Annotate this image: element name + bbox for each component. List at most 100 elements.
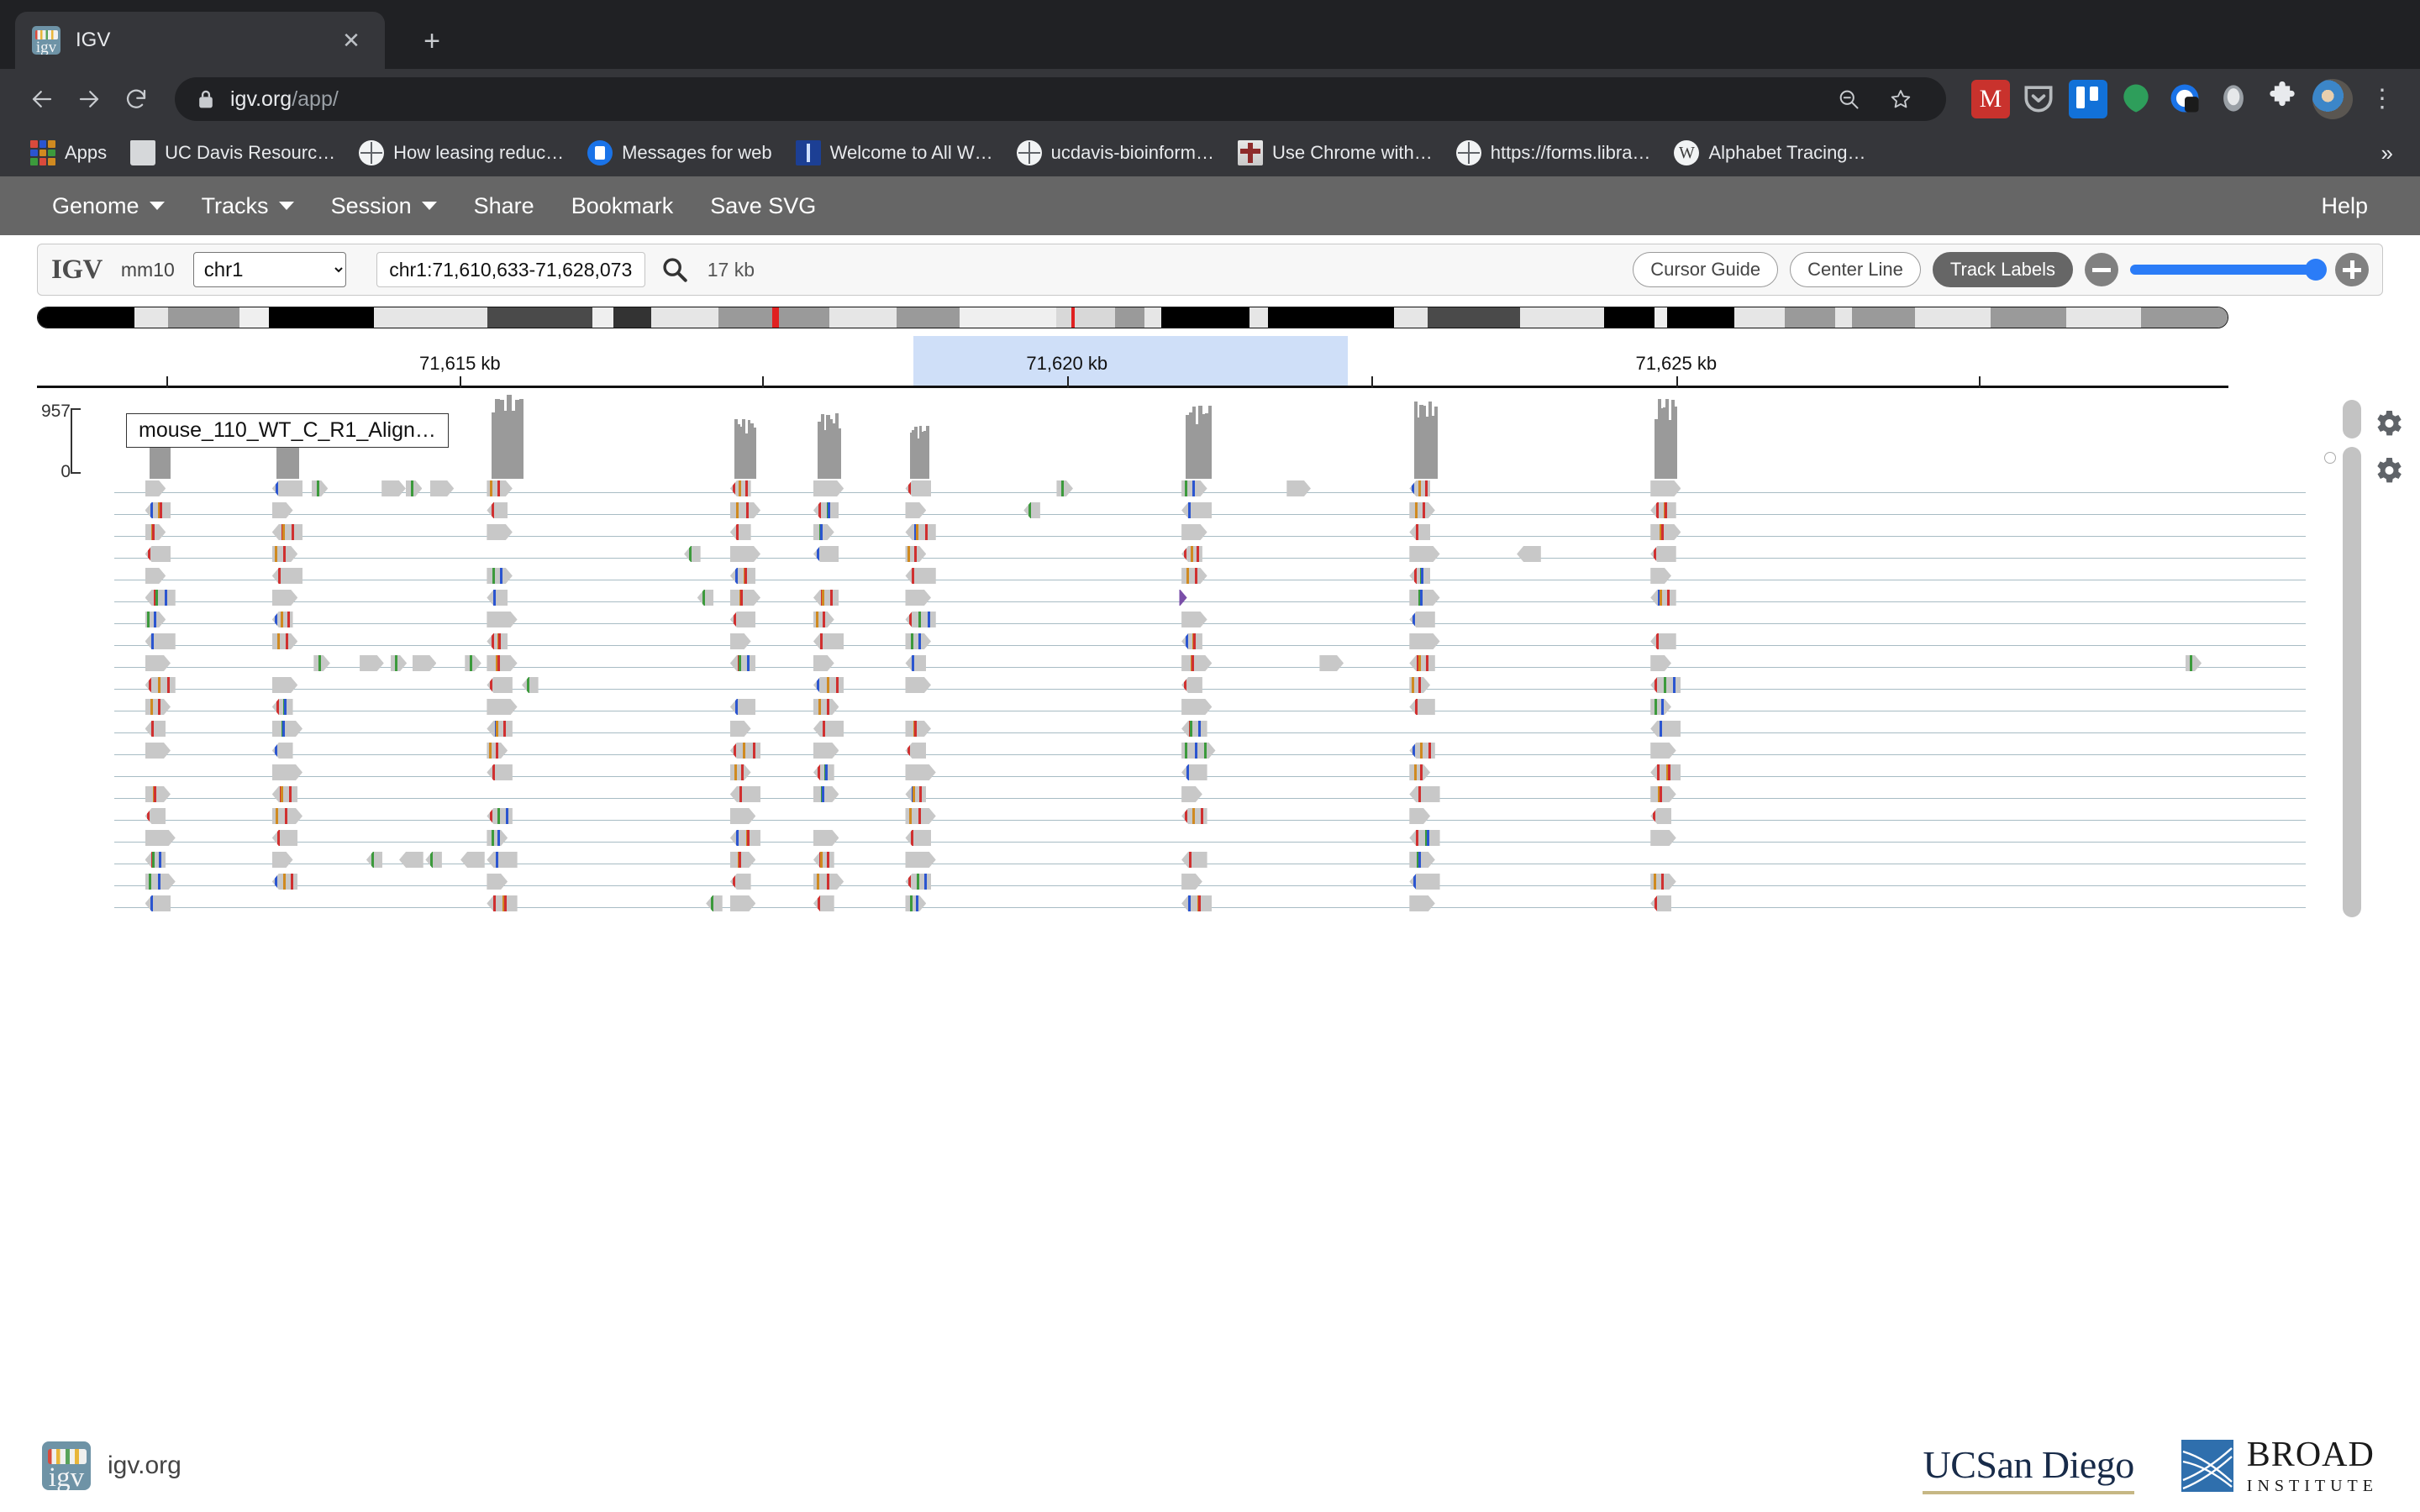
- bookmark-how-leasing[interactable]: How leasing reduc…: [347, 134, 576, 171]
- alignment-read[interactable]: [145, 590, 176, 606]
- cursor-guide-toggle[interactable]: Cursor Guide: [1633, 252, 1779, 287]
- reload-icon[interactable]: [113, 76, 160, 123]
- alignment-read[interactable]: [905, 677, 931, 693]
- bookmark-ucdavis-bioinform[interactable]: ucdavis-bioinform…: [1005, 134, 1226, 171]
- alignment-read[interactable]: [1181, 764, 1207, 780]
- alignment-read[interactable]: [1650, 677, 1681, 693]
- alignment-read[interactable]: [1181, 480, 1207, 496]
- bookmark-messages[interactable]: Messages for web: [576, 134, 784, 171]
- alignment-read[interactable]: [2186, 655, 2202, 671]
- alignment-read[interactable]: [272, 808, 302, 824]
- alignment-read[interactable]: [1650, 699, 1671, 715]
- alignment-read[interactable]: [360, 655, 384, 671]
- alignment-read[interactable]: [813, 786, 839, 802]
- alignment-read[interactable]: [1409, 786, 1440, 802]
- alignment-read[interactable]: [1181, 524, 1207, 540]
- alignment-read[interactable]: [145, 480, 166, 496]
- alignment-read[interactable]: [487, 633, 508, 649]
- gear-icon[interactable]: [2371, 407, 2405, 440]
- alignment-read[interactable]: [145, 633, 176, 649]
- alignment-read[interactable]: [813, 677, 844, 693]
- alignment-read[interactable]: [1409, 655, 1435, 671]
- alignment-read[interactable]: [272, 502, 293, 518]
- alignment-read[interactable]: [1650, 895, 1671, 911]
- alignment-read[interactable]: [813, 874, 844, 890]
- alignment-read[interactable]: [1650, 874, 1676, 890]
- igv-site-link[interactable]: igv.org: [108, 1452, 182, 1480]
- alignment-read[interactable]: [313, 655, 330, 671]
- menu-genome[interactable]: Genome: [34, 176, 183, 235]
- zoom-slider-knob[interactable]: [2305, 259, 2327, 281]
- alignment-read[interactable]: [905, 546, 926, 562]
- alignment-read[interactable]: [905, 874, 931, 890]
- alignment-read[interactable]: [272, 721, 302, 737]
- alignment-read[interactable]: [487, 874, 508, 890]
- chromosome-select[interactable]: chr1: [192, 252, 346, 287]
- zoom-slider[interactable]: [2130, 259, 2327, 281]
- menu-help[interactable]: Help: [2302, 176, 2386, 235]
- menu-save-svg[interactable]: Save SVG: [692, 176, 834, 235]
- alignment-read[interactable]: [1409, 764, 1430, 780]
- alignment-read[interactable]: [1181, 546, 1202, 562]
- alignment-read[interactable]: [729, 874, 751, 890]
- alignment-read[interactable]: [487, 590, 508, 606]
- alignment-read[interactable]: [272, 590, 298, 606]
- alignment-read[interactable]: [730, 764, 751, 780]
- alignment-read[interactable]: [487, 480, 513, 496]
- alignment-read[interactable]: [272, 852, 293, 868]
- alignment-read[interactable]: [1650, 568, 1671, 584]
- alignment-read[interactable]: [1650, 480, 1681, 496]
- alignment-read[interactable]: [1181, 852, 1207, 868]
- alignment-read[interactable]: [487, 655, 517, 671]
- alignment-read[interactable]: [1409, 677, 1430, 693]
- alignment-read[interactable]: [813, 743, 839, 759]
- alignment-read[interactable]: [487, 852, 518, 868]
- alignment-read[interactable]: [729, 568, 756, 584]
- plus-circle-icon[interactable]: [2335, 253, 2369, 286]
- alignment-read[interactable]: [1650, 764, 1681, 780]
- alignment-read[interactable]: [1409, 480, 1431, 496]
- zoom-out-icon[interactable]: [1825, 76, 1872, 123]
- alignment-read[interactable]: [406, 480, 423, 496]
- alignment-read[interactable]: [1409, 830, 1440, 846]
- menu-share[interactable]: Share: [455, 176, 553, 235]
- alignment-read[interactable]: [1650, 546, 1676, 562]
- alignment-read[interactable]: [813, 612, 834, 627]
- alignment-read[interactable]: [905, 612, 936, 627]
- bookmark-welcome-all-w[interactable]: Welcome to All W…: [784, 134, 1005, 171]
- alignment-read[interactable]: [1650, 655, 1671, 671]
- alignment-read[interactable]: [1409, 895, 1435, 911]
- alignment-read[interactable]: [487, 502, 508, 518]
- alignment-read[interactable]: [905, 764, 935, 780]
- alignment-read[interactable]: [813, 633, 844, 649]
- alignment-read[interactable]: [487, 677, 513, 693]
- alignment-read[interactable]: [1409, 633, 1439, 649]
- alignment-read[interactable]: [1181, 895, 1213, 911]
- alignment-read[interactable]: [271, 743, 293, 759]
- privacy-extension-icon[interactable]: [2166, 80, 2205, 118]
- gear-icon[interactable]: [2371, 454, 2405, 487]
- bookmark-use-chrome-with[interactable]: Use Chrome with…: [1226, 134, 1444, 171]
- track-name-label[interactable]: mouse_110_WT_C_R1_Align…: [126, 413, 449, 448]
- alignment-read[interactable]: [1181, 633, 1202, 649]
- alignment-read[interactable]: [271, 786, 298, 802]
- alignment-read[interactable]: [145, 743, 171, 759]
- alignment-read[interactable]: [729, 524, 751, 540]
- alignment-read[interactable]: [522, 677, 539, 693]
- alignment-read[interactable]: [271, 524, 303, 540]
- alignment-read[interactable]: [430, 480, 455, 496]
- alignment-read[interactable]: [391, 655, 408, 671]
- alignment-read[interactable]: [272, 546, 298, 562]
- alignment-read[interactable]: [813, 546, 839, 562]
- alignment-read[interactable]: [730, 546, 760, 562]
- alignment-read[interactable]: [145, 895, 171, 911]
- alignment-read[interactable]: [1286, 480, 1311, 496]
- forward-arrow-icon[interactable]: [66, 76, 113, 123]
- minus-circle-icon[interactable]: [2085, 253, 2118, 286]
- close-icon[interactable]: ✕: [334, 29, 368, 51]
- alignment-read[interactable]: [729, 743, 761, 759]
- alignment-read[interactable]: [905, 743, 927, 759]
- alignment-read[interactable]: [487, 699, 517, 715]
- alignment-read[interactable]: [487, 808, 513, 824]
- alignment-read[interactable]: [813, 852, 834, 868]
